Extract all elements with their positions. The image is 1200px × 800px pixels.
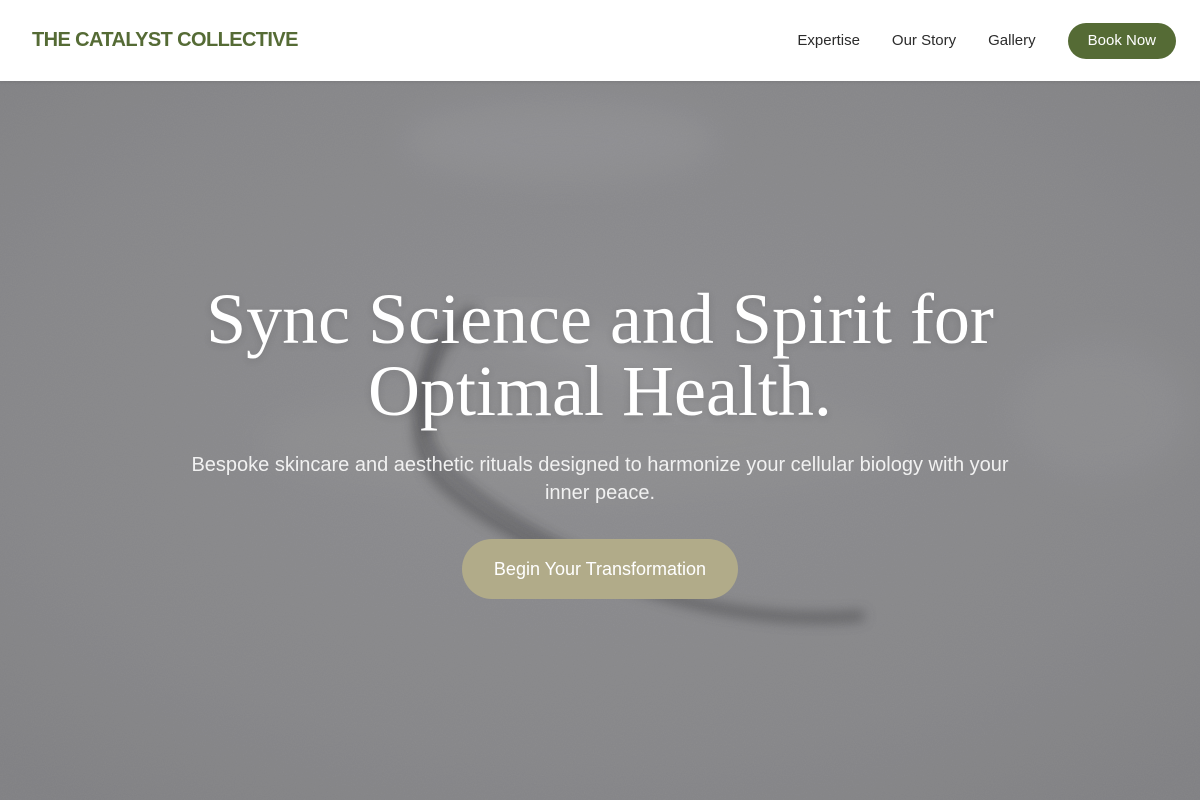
- book-now-button[interactable]: Book Now: [1067, 22, 1176, 59]
- brand-logo[interactable]: THE CATALYST COLLECTIVE: [32, 29, 298, 52]
- nav-link-gallery[interactable]: Gallery: [988, 32, 1036, 49]
- nav-link-expertise[interactable]: Expertise: [797, 32, 860, 49]
- hero-title: Sync Science and Spirit for Optimal Heal…: [206, 279, 994, 431]
- site-header: THE CATALYST COLLECTIVE Expertise Our St…: [0, 0, 1200, 81]
- hero-section: Sync Science and Spirit for Optimal Heal…: [0, 81, 1200, 800]
- main-nav: Expertise Our Story Gallery Book Now: [797, 22, 1176, 59]
- nav-link-our-story[interactable]: Our Story: [892, 32, 956, 49]
- begin-transformation-button[interactable]: Begin Your Transformation: [462, 539, 738, 599]
- hero-content: Sync Science and Spirit for Optimal Heal…: [0, 81, 1200, 800]
- hero-subtitle: Bespoke skincare and aesthetic rituals d…: [191, 454, 1009, 504]
